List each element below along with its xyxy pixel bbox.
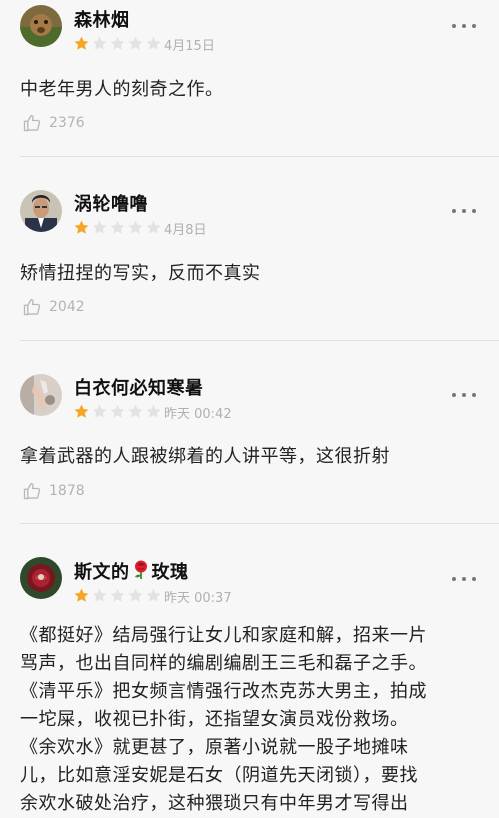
review-content: 矫情扭捏的写实，反而不真实: [20, 263, 261, 284]
star-empty-icon: [146, 588, 161, 602]
content-line: 《都挺好》结局强行让女儿和家庭和解，招来一片: [20, 625, 427, 646]
rose-emoji-icon: [134, 560, 147, 579]
like-count: 2042: [49, 299, 85, 315]
review-date: 4月8日: [164, 223, 207, 238]
content-line: 一坨屎，收视已扑街，还指望女演员戏份救场。: [20, 709, 409, 730]
star-empty-icon: [110, 588, 125, 602]
username-suffix: 玫瑰: [151, 562, 189, 583]
star-empty-icon: [146, 404, 161, 418]
review-date: 昨天 00:37: [164, 591, 232, 606]
username[interactable]: 斯文的 玫瑰: [74, 558, 189, 584]
divider: [20, 523, 499, 524]
star-filled-icon: [74, 36, 89, 50]
divider: [20, 340, 499, 341]
more-options-button[interactable]: [452, 23, 476, 29]
star-empty-icon: [128, 588, 143, 602]
thumbs-up-icon: [23, 114, 41, 132]
more-dots-icon: [452, 577, 456, 581]
like-count: 2376: [49, 115, 85, 131]
star-empty-icon: [92, 588, 107, 602]
like-button[interactable]: 1878: [22, 481, 85, 501]
content-line: 《余欢水》就更甚了，原著小说就一股子地摊味: [20, 737, 409, 758]
more-dots-icon: [452, 209, 456, 213]
like-button[interactable]: 2042: [22, 297, 85, 317]
like-button[interactable]: 2376: [22, 113, 85, 133]
content-line: 余欢水破处治疗，这种猥琐只有中年男才写得出: [20, 793, 409, 814]
content-line: 《清平乐》把女频言情强行改杰克苏大男主，拍成: [20, 681, 427, 702]
more-options-button[interactable]: [452, 576, 476, 582]
star-empty-icon: [110, 220, 125, 234]
star-filled-icon: [74, 220, 89, 234]
review-content: 拿着武器的人跟被绑着的人讲平等，这很折射: [20, 446, 390, 467]
star-rating: [74, 36, 164, 50]
star-empty-icon: [128, 404, 143, 418]
thumbs-up-icon: [23, 298, 41, 316]
star-empty-icon: [92, 404, 107, 418]
more-options-button[interactable]: [452, 208, 476, 214]
star-filled-icon: [74, 404, 89, 418]
avatar[interactable]: [20, 5, 62, 47]
review-date: 昨天 00:42: [164, 407, 232, 422]
content-line: 骂声，也出自同样的编剧编剧王三毛和磊子之手。: [20, 653, 427, 674]
username-prefix: 斯文的: [74, 562, 130, 583]
star-empty-icon: [146, 36, 161, 50]
more-options-button[interactable]: [452, 392, 476, 398]
review-date: 4月15日: [164, 39, 215, 54]
username[interactable]: 白衣何必知寒暑: [74, 374, 204, 400]
star-rating: [74, 404, 164, 418]
thumbs-up-icon: [23, 482, 41, 500]
star-empty-icon: [110, 36, 125, 50]
like-count: 1878: [49, 483, 85, 499]
divider: [20, 156, 499, 157]
review-content: 中老年男人的刻奇之作。: [20, 79, 224, 100]
star-rating: [74, 588, 164, 602]
avatar[interactable]: [20, 374, 62, 416]
review-content: 《都挺好》结局强行让女儿和家庭和解，招来一片 骂声，也出自同样的编剧编剧王三毛和…: [20, 622, 482, 818]
star-empty-icon: [128, 36, 143, 50]
content-line: 儿，比如意淫安妮是石女（阴道先天闭锁），要找: [20, 765, 418, 786]
star-empty-icon: [110, 404, 125, 418]
star-empty-icon: [128, 220, 143, 234]
star-rating: [74, 220, 164, 234]
star-filled-icon: [74, 588, 89, 602]
star-empty-icon: [92, 220, 107, 234]
more-dots-icon: [452, 393, 456, 397]
avatar[interactable]: [20, 190, 62, 232]
star-empty-icon: [92, 36, 107, 50]
username[interactable]: 涡轮噜噜: [74, 190, 148, 216]
more-dots-icon: [452, 24, 456, 28]
star-empty-icon: [146, 220, 161, 234]
avatar[interactable]: [20, 557, 62, 599]
username[interactable]: 森林烟: [74, 6, 130, 32]
